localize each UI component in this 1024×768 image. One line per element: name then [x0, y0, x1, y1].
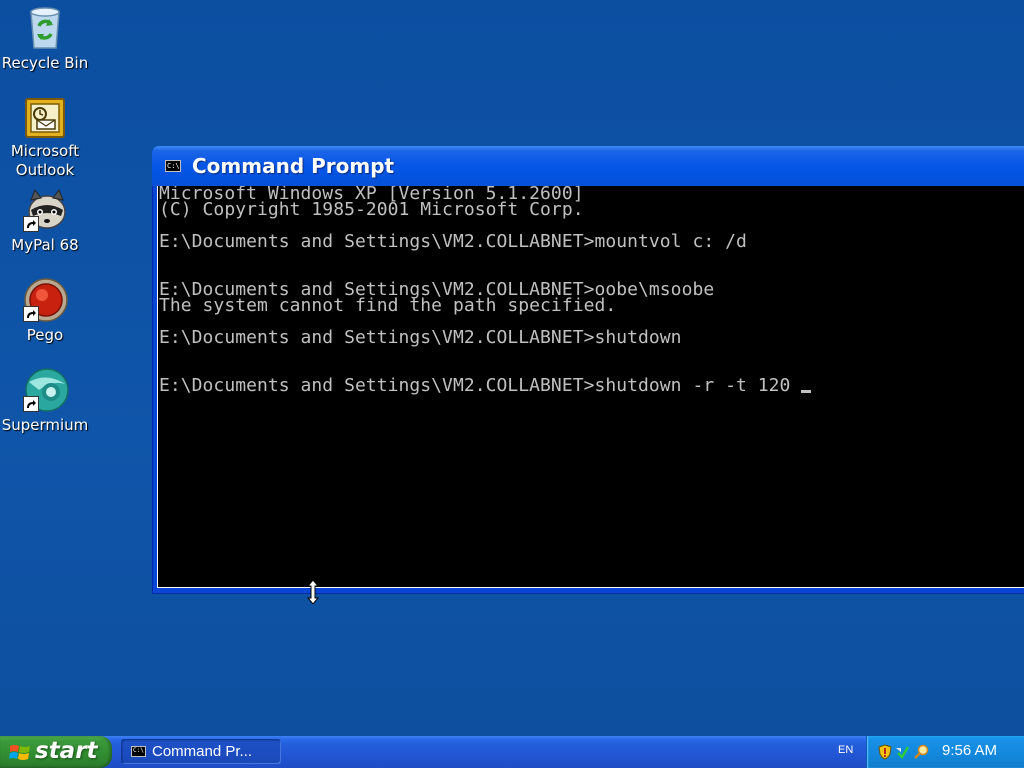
desktop-icon-supermium[interactable]: Supermium [0, 366, 90, 435]
window-titlebar[interactable]: C:\ Command Prompt [152, 146, 1024, 186]
shortcut-arrow-icon [23, 306, 39, 322]
command-prompt-icon: C:\ [131, 746, 146, 757]
desktop-icon-mypal[interactable]: MyPal 68 [0, 186, 90, 255]
command-prompt-icon[interactable]: C:\ [165, 160, 181, 172]
taskbar-button-label: Command Pr... [152, 743, 253, 760]
console-line: E:\Documents and Settings\VM2.COLLABNET>… [159, 375, 802, 396]
desktop-icon-label: Microsoft Outlook [10, 142, 80, 179]
network-icon[interactable] [895, 744, 911, 760]
console-line: (C) Copyright 1985-2001 Microsoft Corp. [159, 199, 584, 220]
security-shield-icon[interactable] [877, 744, 893, 760]
desktop-icon-label: Pego [26, 326, 64, 344]
start-button[interactable]: start [0, 736, 112, 768]
desktop-icon-outlook[interactable]: Microsoft Outlook [0, 96, 90, 180]
supermium-icon [21, 366, 69, 414]
pego-icon [21, 276, 69, 324]
desktop-icon-label: MyPal 68 [11, 236, 79, 254]
outlook-icon [23, 96, 67, 140]
search-icon[interactable] [913, 744, 929, 760]
start-label: start [35, 738, 98, 764]
shortcut-arrow-icon [23, 216, 39, 232]
text-cursor [801, 390, 812, 393]
windows-logo-icon [9, 745, 30, 760]
desktop-icon-pego[interactable]: Pego [0, 276, 90, 345]
resize-cursor-icon [306, 579, 320, 608]
recycle-bin-icon [21, 4, 69, 52]
command-prompt-window[interactable]: C:\ Command Prompt Microsoft Windows XP … [152, 146, 1024, 594]
desktop-icon-label: Supermium [1, 416, 89, 434]
taskbar: start C:\ Command Pr... EN 9:56 AM [0, 736, 1024, 768]
desktop-icon-label: Recycle Bin [1, 54, 89, 72]
taskbar-button-command-prompt[interactable]: C:\ Command Pr... [121, 739, 281, 764]
console-line: E:\Documents and Settings\VM2.COLLABNET>… [159, 327, 682, 348]
console-line: The system cannot find the path specifie… [159, 295, 617, 316]
mypal-icon [21, 186, 69, 234]
system-tray: 9:56 AM [866, 736, 1024, 768]
desktop-icon-recycle-bin[interactable]: Recycle Bin [0, 4, 90, 73]
shortcut-arrow-icon [23, 396, 39, 412]
window-title: Command Prompt [192, 154, 395, 178]
console-output: Microsoft Windows XP [Version 5.1.2600] … [159, 186, 812, 396]
console-area[interactable]: Microsoft Windows XP [Version 5.1.2600] … [157, 186, 1024, 588]
language-indicator[interactable]: EN [838, 744, 853, 756]
desktop: Recycle Bin Microsoft Outlook MyPal 68 P… [0, 0, 1024, 736]
console-line: E:\Documents and Settings\VM2.COLLABNET>… [159, 231, 747, 252]
clock[interactable]: 9:56 AM [942, 742, 997, 759]
